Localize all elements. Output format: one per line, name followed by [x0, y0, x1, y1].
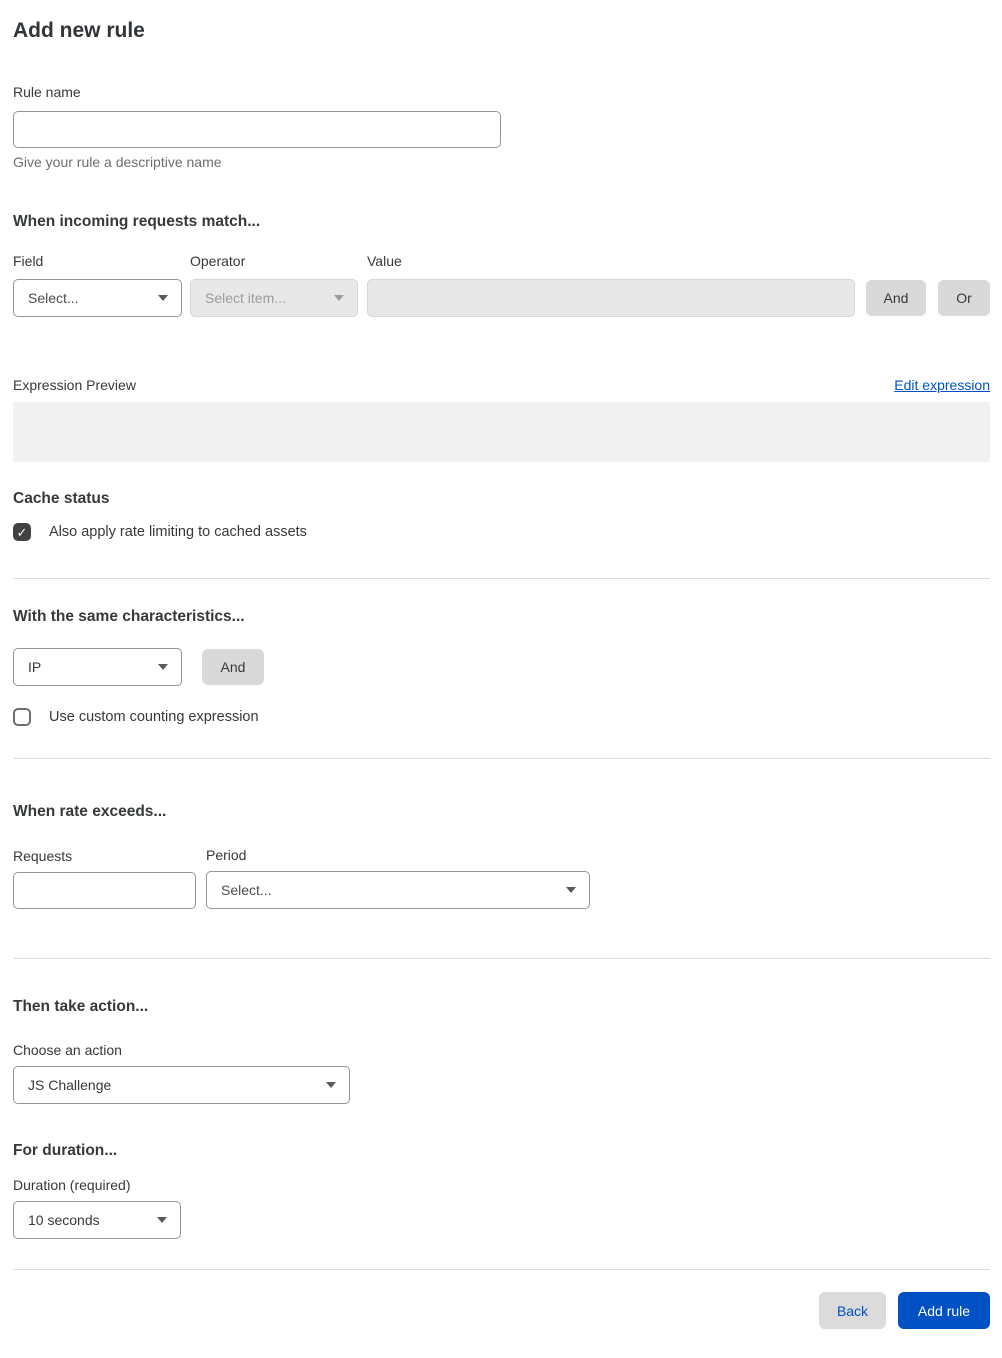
footer-actions: Back Add rule [13, 1292, 990, 1329]
section-divider [13, 578, 990, 579]
choose-action-label: Choose an action [13, 1042, 122, 1058]
duration-select[interactable]: 10 seconds [13, 1201, 181, 1239]
characteristic-select-value: IP [28, 659, 42, 675]
or-button[interactable]: Or [938, 280, 990, 316]
match-section-heading: When incoming requests match... [13, 213, 261, 230]
value-label: Value [367, 253, 402, 269]
duration-heading: For duration... [13, 1142, 118, 1159]
rule-name-helper: Give your rule a descriptive name [13, 154, 222, 170]
action-select-value: JS Challenge [28, 1077, 112, 1093]
cached-assets-checkbox-label: Also apply rate limiting to cached asset… [49, 524, 307, 540]
duration-label: Duration (required) [13, 1177, 131, 1193]
section-divider [13, 758, 990, 759]
add-rule-button[interactable]: Add rule [898, 1292, 990, 1329]
caret-down-icon [334, 295, 344, 301]
field-select[interactable]: Select... [13, 279, 182, 317]
expression-preview-label: Expression Preview [13, 376, 136, 393]
caret-down-icon [326, 1082, 336, 1088]
custom-counting-checkbox[interactable] [13, 708, 31, 726]
action-select[interactable]: JS Challenge [13, 1066, 350, 1104]
period-label: Period [206, 847, 247, 863]
field-label: Field [13, 253, 44, 269]
match-condition-row: Field Select... Operator Select item... … [13, 253, 990, 317]
requests-input[interactable] [13, 872, 196, 909]
characteristics-heading: With the same characteristics... [13, 608, 245, 625]
edit-expression-link[interactable]: Edit expression [894, 377, 990, 393]
rule-name-input[interactable] [13, 111, 501, 148]
cached-assets-checkbox[interactable]: ✓ [13, 523, 31, 541]
duration-select-value: 10 seconds [28, 1212, 100, 1228]
operator-select: Select item... [190, 279, 358, 317]
section-divider [13, 958, 990, 959]
rate-heading: When rate exceeds... [13, 803, 167, 820]
cache-checkbox-row: ✓ Also apply rate limiting to cached ass… [13, 522, 990, 542]
footer-divider [13, 1269, 990, 1270]
action-heading: Then take action... [13, 998, 149, 1015]
caret-down-icon [157, 1217, 167, 1223]
cache-status-heading: Cache status [13, 490, 110, 507]
caret-down-icon [566, 887, 576, 893]
expression-preview-box [13, 402, 990, 462]
rule-name-label: Rule name [13, 84, 81, 100]
field-select-value: Select... [28, 290, 79, 306]
counting-expression-row: Use custom counting expression [13, 707, 990, 727]
period-select[interactable]: Select... [206, 871, 590, 909]
expression-preview-header: Expression Preview Edit expression [13, 376, 990, 394]
back-button[interactable]: Back [819, 1292, 886, 1329]
add-rule-form: Add new rule Rule name Give your rule a … [0, 18, 1002, 1329]
value-input [367, 279, 855, 317]
page-title: Add new rule [13, 19, 145, 42]
caret-down-icon [158, 664, 168, 670]
and-button[interactable]: And [866, 280, 926, 316]
rate-row: Requests Period Select... [13, 847, 990, 909]
requests-label: Requests [13, 848, 73, 864]
characteristics-row: IP And [13, 648, 990, 686]
operator-select-value: Select item... [205, 290, 286, 306]
characteristics-and-button[interactable]: And [202, 649, 264, 685]
operator-label: Operator [190, 253, 246, 269]
characteristic-select[interactable]: IP [13, 648, 182, 686]
check-icon: ✓ [16, 524, 28, 540]
caret-down-icon [158, 295, 168, 301]
custom-counting-checkbox-label: Use custom counting expression [49, 709, 259, 725]
period-select-value: Select... [221, 882, 272, 898]
